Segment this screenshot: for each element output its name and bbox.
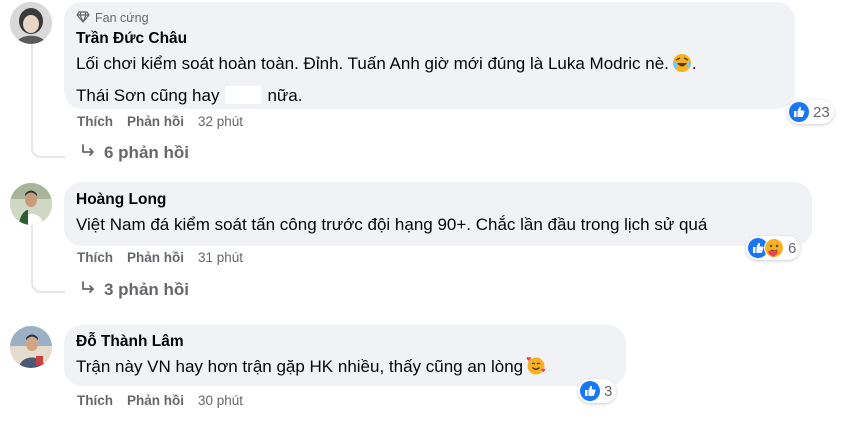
comment-timestamp[interactable]: 31 phút [198,250,243,265]
comment-text-line: Thái Sơn cũng hay [76,86,220,105]
like-icon [789,102,809,122]
reaction-count: 3 [604,382,613,400]
comment-text-line: Lối chơi kiểm soát hoàn toàn. Đỉnh. Tuấn… [76,54,669,73]
reaction-count: 23 [813,103,830,121]
diamond-icon [76,10,90,26]
comment-actions: Thích Phản hồi 30 phút [77,393,243,408]
like-icon [580,381,600,401]
comment-text-end: . [691,54,697,73]
reaction-summary[interactable]: 3 [578,379,617,403]
reply-button[interactable]: Phản hồi [127,114,184,129]
comment-author[interactable]: Đỗ Thành Lâm [76,331,614,353]
view-replies-link[interactable]: 3 phản hồi [80,280,189,300]
avatar[interactable] [10,183,52,225]
badge-label: Fan cứng [95,11,149,25]
like-button[interactable]: Thích [77,114,113,129]
reaction-summary[interactable]: 6 [746,236,801,260]
comment-text-line: nữa. [267,86,303,105]
rofl-emoji-icon [672,53,692,82]
care-icon [764,238,784,258]
comment-actions: Thích Phản hồi 31 phút [77,250,243,265]
reaction-count: 6 [788,239,797,257]
replies-count-label: 6 phản hồi [104,143,189,162]
comment-text-line: Trận này VN hay hơn trận gặp HK nhiều, t… [76,357,524,376]
reply-thread-line [31,44,65,158]
smiling-face-with-hearts-emoji-icon [526,356,546,385]
like-button[interactable]: Thích [77,250,113,265]
comment-timestamp[interactable]: 32 phút [198,114,243,129]
fan-badge: Fan cứng [76,10,783,26]
avatar[interactable] [10,326,52,368]
reply-arrow-icon [80,143,96,163]
redacted-word [225,86,262,104]
comment-timestamp[interactable]: 30 phút [198,393,243,408]
replies-count-label: 3 phản hồi [104,280,189,299]
view-replies-link[interactable]: 6 phản hồi [80,143,189,163]
reply-button[interactable]: Phản hồi [127,393,184,408]
reply-arrow-icon [80,280,96,300]
reply-thread-line [31,225,65,293]
comment-bubble: Hoàng Long Việt Nam đá kiểm soát tấn côn… [64,182,812,246]
comment-author[interactable]: Hoàng Long [76,189,800,211]
reply-button[interactable]: Phản hồi [127,250,184,265]
comment-text: Lối chơi kiểm soát hoàn toàn. Đỉnh. Tuấn… [76,50,783,110]
comment-bubble: Fan cứng Trần Đức Châu Lối chơi kiểm soá… [64,2,795,109]
comment-actions: Thích Phản hồi 32 phút [77,114,243,129]
like-button[interactable]: Thích [77,393,113,408]
comment-bubble: Đỗ Thành Lâm Trận này VN hay hơn trận gặ… [64,325,626,386]
comment-text: Việt Nam đá kiểm soát tấn công trước đội… [76,215,708,234]
comment-text: Trận này VN hay hơn trận gặp HK nhiều, t… [76,353,614,385]
comment-author[interactable]: Trần Đức Châu [76,28,783,50]
avatar[interactable] [10,2,52,44]
reaction-summary[interactable]: 23 [787,100,834,124]
